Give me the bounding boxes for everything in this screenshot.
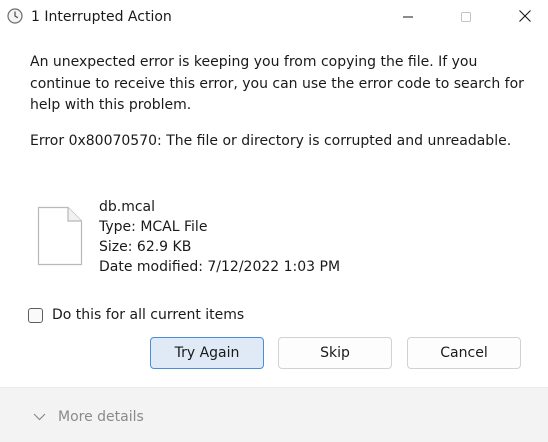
file-name: db.mcal xyxy=(99,199,156,215)
file-type: Type: MCAL File xyxy=(99,219,208,235)
skip-button[interactable]: Skip xyxy=(278,337,392,369)
chevron-down-icon xyxy=(33,413,46,421)
close-button[interactable] xyxy=(502,0,548,34)
maximize-icon xyxy=(460,8,472,27)
file-details: db.mcal Type: MCAL File Size: 62.9 KB Da… xyxy=(99,197,340,277)
document-icon xyxy=(37,206,83,266)
window-title: 1 Interrupted Action xyxy=(31,9,172,25)
minimize-icon xyxy=(402,8,414,27)
error-description: An unexpected error is keeping you from … xyxy=(30,54,524,113)
apply-to-all-checkbox[interactable] xyxy=(28,307,43,323)
cancel-button[interactable]: Cancel xyxy=(407,337,521,369)
more-details-label[interactable]: More details xyxy=(58,408,144,426)
close-icon xyxy=(518,8,532,27)
more-details-toggle[interactable]: More details xyxy=(33,408,144,426)
file-size: Size: 62.9 KB xyxy=(99,239,192,255)
error-code: Error 0x80070570: The file or directory … xyxy=(30,133,512,149)
apply-to-all-option[interactable]: Do this for all current items xyxy=(28,305,244,325)
title-bar[interactable]: 1 Interrupted Action xyxy=(0,0,548,36)
interrupted-action-dialog: 1 Interrupted Action An unexpected error… xyxy=(0,0,548,442)
minimize-button[interactable] xyxy=(385,0,431,34)
maximize-button[interactable] xyxy=(443,0,489,34)
try-again-button[interactable]: Try Again xyxy=(150,337,264,369)
clock-icon xyxy=(7,8,23,24)
file-date-modified: Date modified: 7/12/2022 1:03 PM xyxy=(99,259,341,275)
apply-to-all-label[interactable]: Do this for all current items xyxy=(52,305,244,325)
